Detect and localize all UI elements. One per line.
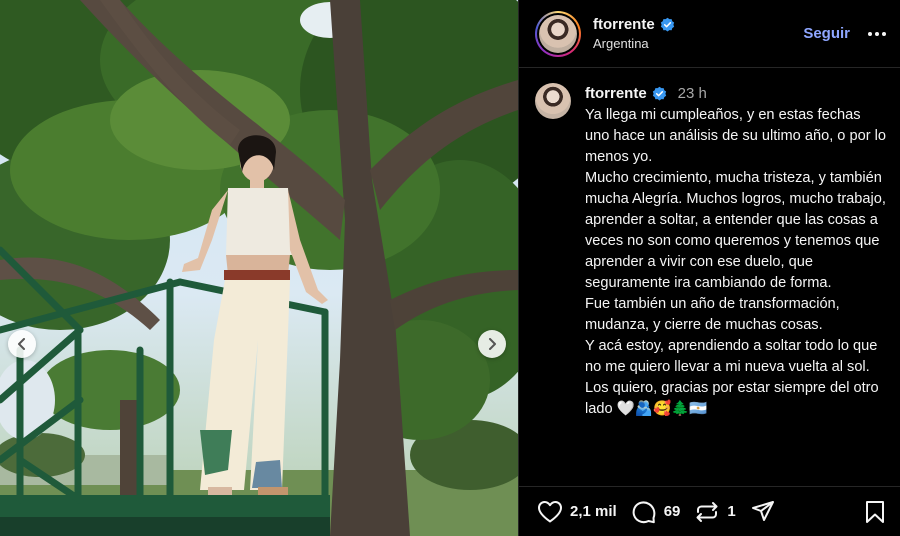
repost-icon bbox=[696, 501, 718, 522]
repost-button[interactable]: 1 bbox=[694, 499, 736, 525]
avatar bbox=[539, 14, 577, 53]
carousel-next-button[interactable] bbox=[478, 330, 506, 358]
caption-username[interactable]: ftorrente bbox=[585, 85, 647, 102]
carousel-prev-button[interactable] bbox=[8, 330, 36, 358]
comments-count[interactable]: 69 bbox=[664, 503, 681, 520]
avatar[interactable] bbox=[535, 83, 571, 119]
post-side-panel: ftorrente Argentina Seguir ftorrente 23 … bbox=[518, 0, 900, 536]
post-photo[interactable] bbox=[0, 0, 518, 536]
reposts-count[interactable]: 1 bbox=[727, 503, 735, 520]
avatar-story-ring[interactable] bbox=[535, 10, 581, 57]
bookmark-icon bbox=[866, 500, 884, 523]
save-button[interactable] bbox=[863, 499, 887, 525]
more-options-icon[interactable] bbox=[868, 31, 886, 36]
heart-icon bbox=[538, 500, 562, 522]
like-button[interactable]: 2,1 mil bbox=[537, 500, 617, 524]
post-header: ftorrente Argentina Seguir bbox=[519, 0, 900, 68]
likes-count[interactable]: 2,1 mil bbox=[570, 503, 617, 520]
chevron-left-icon bbox=[18, 338, 25, 350]
verified-badge-icon bbox=[652, 86, 666, 100]
post-timestamp[interactable]: 23 h bbox=[678, 85, 707, 102]
follow-button[interactable]: Seguir bbox=[803, 25, 850, 42]
comment-icon bbox=[632, 500, 656, 523]
verified-badge-icon bbox=[660, 17, 674, 32]
action-bar: 2,1 mil 69 1 bbox=[519, 486, 900, 536]
chevron-right-icon bbox=[489, 338, 496, 350]
share-button[interactable] bbox=[750, 499, 776, 525]
caption-text: Ya llega mi cumpleaños, y en estas fecha… bbox=[585, 107, 886, 417]
header-location[interactable]: Argentina bbox=[593, 36, 803, 51]
comment-button[interactable]: 69 bbox=[631, 499, 681, 525]
share-icon bbox=[751, 500, 774, 521]
caption-section: ftorrente 23 h Ya llega mi cumpleaños, y… bbox=[519, 69, 900, 481]
photo-illustration bbox=[0, 0, 518, 536]
header-username[interactable]: ftorrente bbox=[593, 16, 655, 33]
